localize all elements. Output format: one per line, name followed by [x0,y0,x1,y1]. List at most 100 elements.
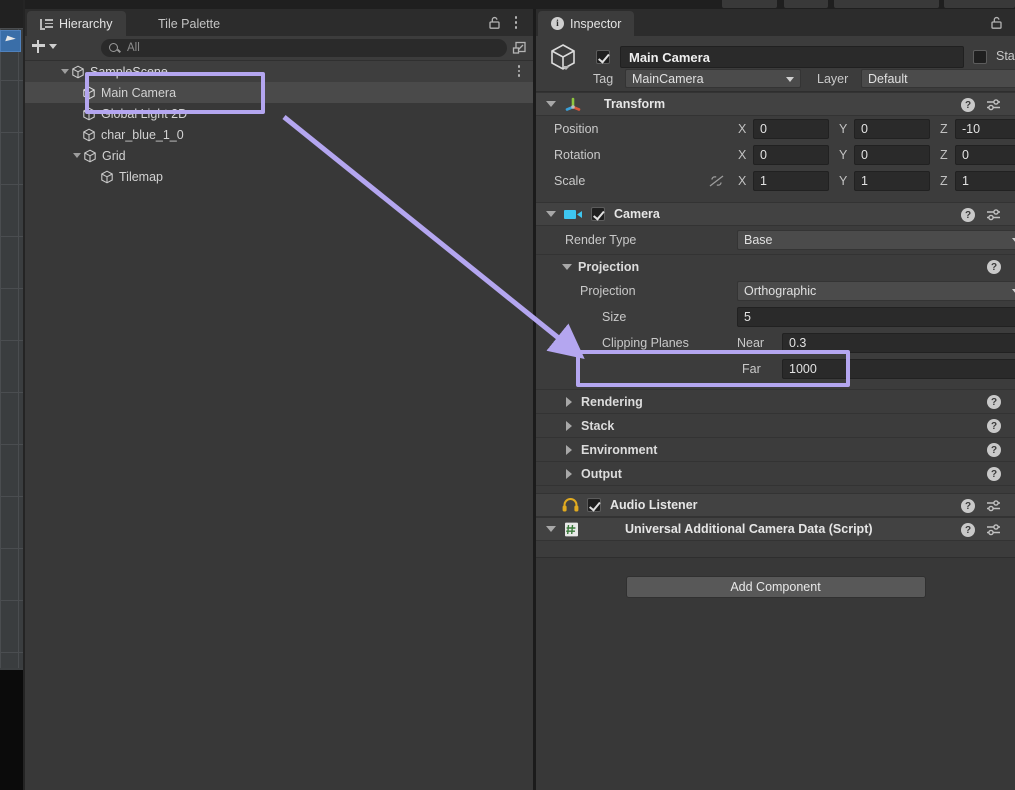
gameobject-enabled-checkbox[interactable] [596,50,610,64]
camera-enabled-checkbox[interactable] [591,207,605,221]
layer-value: Default [868,71,908,86]
gameobject-header: Main Camera Static Tag MainCamera Layer … [536,36,1015,92]
near-value: 0.3 [789,336,807,350]
transform-component-header[interactable]: Transform ? [536,92,1015,116]
help-icon[interactable]: ? [987,395,1001,409]
disclosure-triangle-icon[interactable] [566,396,572,407]
hierarchy-menu-icon[interactable] [509,15,523,30]
disclosure-triangle-icon[interactable] [546,101,556,107]
scale-z-field[interactable]: 1 [955,171,1015,191]
tab-hierarchy[interactable]: Hierarchy [27,11,126,36]
rotation-z-field[interactable]: 0 [955,145,1015,165]
help-icon[interactable]: ? [987,260,1001,274]
size-field[interactable]: 5 [737,307,1015,327]
scene-toolbar-region [0,0,25,28]
scale-y-field[interactable]: 1 [854,171,930,191]
position-z-field[interactable]: -10 [955,119,1015,139]
universal-camera-data-header[interactable]: Universal Additional Camera Data (Script… [536,517,1015,541]
scale-x-field[interactable]: 1 [753,171,829,191]
transform-axes-icon [565,97,581,111]
near-field[interactable]: 0.3 [782,333,1015,353]
list-item[interactable]: Global Light 2D [25,103,533,124]
preset-sliders-icon[interactable] [986,98,1001,112]
gameobject-icon-dropdown[interactable] [562,66,570,70]
hierarchy-panel: Hierarchy Tile Palette All SampleScene M… [25,9,533,790]
scene-tool-button[interactable] [0,30,21,52]
preset-sliders-icon[interactable] [986,499,1001,513]
help-icon[interactable]: ? [961,208,975,222]
disclosure-triangle-icon[interactable] [566,468,572,479]
preset-sliders-icon[interactable] [986,208,1001,222]
disclosure-triangle-icon[interactable] [61,69,69,74]
rendering-section-header[interactable]: Rendering ? [536,390,1015,414]
near-label: Near [737,336,765,350]
toolbar-button-2[interactable] [784,0,828,8]
chevron-down-icon [49,44,57,49]
size-label: Size [602,310,627,324]
output-section-header[interactable]: Output ? [536,462,1015,486]
audio-listener-header[interactable]: Audio Listener ? [536,493,1015,517]
expand-window-icon[interactable] [512,40,528,56]
add-gameobject-button[interactable] [31,39,57,54]
list-item[interactable]: Tilemap [25,166,533,187]
projection-dropdown[interactable]: Orthographic [737,281,1015,301]
search-input[interactable]: All [101,39,507,57]
scene-view-strip[interactable] [0,0,25,790]
toolbar-button-1[interactable] [722,0,777,8]
list-item[interactable]: Grid [25,145,533,166]
help-icon[interactable]: ? [987,443,1001,457]
far-value: 1000 [789,362,817,376]
stack-section-title: Stack [581,418,615,433]
list-item[interactable]: Main Camera [25,82,533,103]
list-item[interactable]: SampleScene [25,61,533,82]
disclosure-triangle-icon[interactable] [546,211,556,217]
help-icon[interactable]: ? [961,499,975,513]
add-component-button[interactable]: Add Component [625,576,926,598]
camera-component-header[interactable]: Camera ? [536,202,1015,226]
help-icon[interactable]: ? [987,419,1001,433]
help-icon[interactable]: ? [961,523,975,537]
tag-dropdown[interactable]: MainCamera [625,69,801,88]
help-icon[interactable]: ? [961,98,975,112]
tab-tile-palette[interactable]: Tile Palette [145,11,233,36]
constrain-proportions-off-icon[interactable] [708,174,725,191]
stack-section-header[interactable]: Stack ? [536,414,1015,438]
audio-listener-title: Audio Listener [610,498,698,512]
list-item-label: Grid [102,148,126,163]
axis-label-x: X [738,122,747,136]
preset-sliders-icon[interactable] [986,523,1001,537]
toolbar-button-4[interactable] [944,0,1015,8]
toolbar-button-3[interactable] [834,0,939,8]
lock-open-icon[interactable] [488,16,501,29]
static-label: Static [996,49,1015,63]
top-toolbar-strip [0,0,1015,9]
projection-section-header[interactable]: Projection ? [536,254,1015,278]
disclosure-triangle-icon[interactable] [546,526,556,532]
rotation-y-field[interactable]: 0 [854,145,930,165]
tab-inspector[interactable]: i Inspector [538,11,635,36]
help-icon[interactable]: ? [987,467,1001,481]
disclosure-triangle-icon[interactable] [566,444,572,455]
render-type-dropdown[interactable]: Base [737,230,1015,250]
projection-label: Projection [580,284,636,298]
scene-menu-icon[interactable] [513,64,525,78]
disclosure-triangle-icon[interactable] [562,263,572,270]
scene-grid [0,28,25,668]
rotation-label: Rotation [554,148,601,162]
position-x-field[interactable]: 0 [753,119,829,139]
rotation-x-field[interactable]: 0 [753,145,829,165]
environment-section-header[interactable]: Environment ? [536,438,1015,462]
position-y-field[interactable]: 0 [854,119,930,139]
far-field[interactable]: 1000 [782,359,1015,379]
inspector-lock-open-icon[interactable] [990,16,1003,29]
tab-inspector-label: Inspector [570,16,622,31]
list-item-label: SampleScene [90,64,168,79]
static-checkbox[interactable] [973,50,987,64]
audio-listener-enabled-checkbox[interactable] [587,498,601,512]
rotation-x-value: 0 [760,148,767,162]
list-item[interactable]: char_blue_1_0 [25,124,533,145]
disclosure-triangle-icon[interactable] [73,153,81,158]
gameobject-name-field[interactable]: Main Camera [620,46,964,68]
disclosure-triangle-icon[interactable] [566,420,572,431]
layer-dropdown[interactable]: Default [861,69,1015,88]
